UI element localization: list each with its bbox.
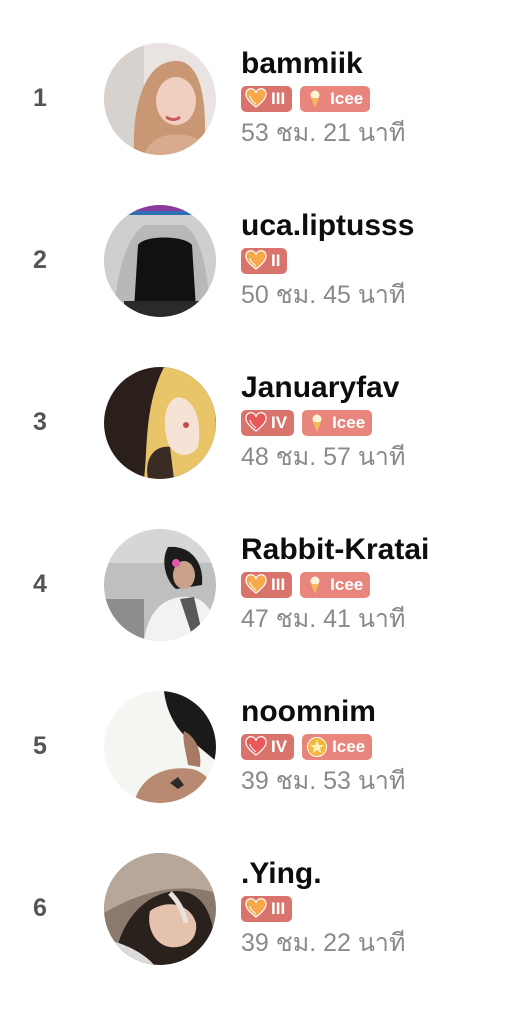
user-avatar[interactable] (104, 853, 216, 965)
level-badge: IV (241, 410, 295, 436)
leaderboard-row[interactable]: 2 uca.liptusss II 50 ชม. 45 นาที (0, 205, 526, 367)
user-avatar[interactable] (104, 205, 216, 317)
leaderboard-row[interactable]: 3 Januaryfav IV Icee 48 ชม. 57 นาที (0, 367, 526, 529)
leaderboard-row[interactable]: 6 .Ying. III 39 ชม. 22 นาที (0, 853, 526, 1015)
username: noomnim (241, 695, 376, 728)
ice-cream-icon (306, 412, 328, 434)
watch-duration: 39 ชม. 22 นาที (241, 929, 406, 957)
fan-club-badge: Icee (300, 86, 371, 112)
user-avatar[interactable] (104, 367, 216, 479)
level-badge: II (241, 248, 288, 274)
watch-duration: 39 ชม. 53 นาที (241, 767, 406, 795)
watch-duration: 48 ชม. 57 นาที (241, 443, 406, 471)
rank-number: 3 (33, 408, 47, 436)
heart-icon (245, 412, 267, 434)
heart-icon (245, 250, 267, 272)
heart-icon (245, 574, 267, 596)
ice-cream-icon (304, 88, 326, 110)
rank-number: 5 (33, 732, 47, 760)
rank-number: 6 (33, 894, 47, 922)
leaderboard-list: 1 bammiik III Icee 53 ชม. 21 นาที 2 uca.… (0, 0, 526, 976)
username: .Ying. (241, 857, 322, 890)
username: Januaryfav (241, 371, 400, 404)
level-badge: III (241, 86, 293, 112)
username: uca.liptusss (241, 209, 415, 242)
heart-icon (245, 736, 267, 758)
watch-duration: 50 ชม. 45 นาที (241, 281, 406, 309)
user-avatar[interactable] (104, 43, 216, 155)
heart-icon (245, 898, 267, 920)
user-avatar[interactable] (104, 691, 216, 803)
rank-number: 1 (33, 84, 47, 112)
fan-club-badge: Icee (302, 410, 373, 436)
gold-star-icon (306, 736, 328, 758)
user-avatar[interactable] (104, 529, 216, 641)
heart-icon (245, 88, 267, 110)
leaderboard-row[interactable]: 5 noomnim IV Icee 39 ชม. 53 นาที (0, 691, 526, 853)
fan-club-badge: Icee (302, 734, 373, 760)
rank-number: 4 (33, 570, 47, 598)
level-badge: III (241, 896, 293, 922)
watch-duration: 53 ชม. 21 นาที (241, 119, 406, 147)
level-badge: IV (241, 734, 295, 760)
username: bammiik (241, 47, 363, 80)
level-badge: III (241, 572, 293, 598)
watch-duration: 47 ชม. 41 นาที (241, 605, 406, 633)
leaderboard-row[interactable]: 4 Rabbit-Kratai III Icee 47 ชม. 41 นาที (0, 529, 526, 691)
leaderboard-row[interactable]: 1 bammiik III Icee 53 ชม. 21 นาที (0, 43, 526, 205)
fan-club-badge: Icee (300, 572, 371, 598)
rank-number: 2 (33, 246, 47, 274)
username: Rabbit-Kratai (241, 533, 430, 566)
ice-cream-icon (304, 574, 326, 596)
